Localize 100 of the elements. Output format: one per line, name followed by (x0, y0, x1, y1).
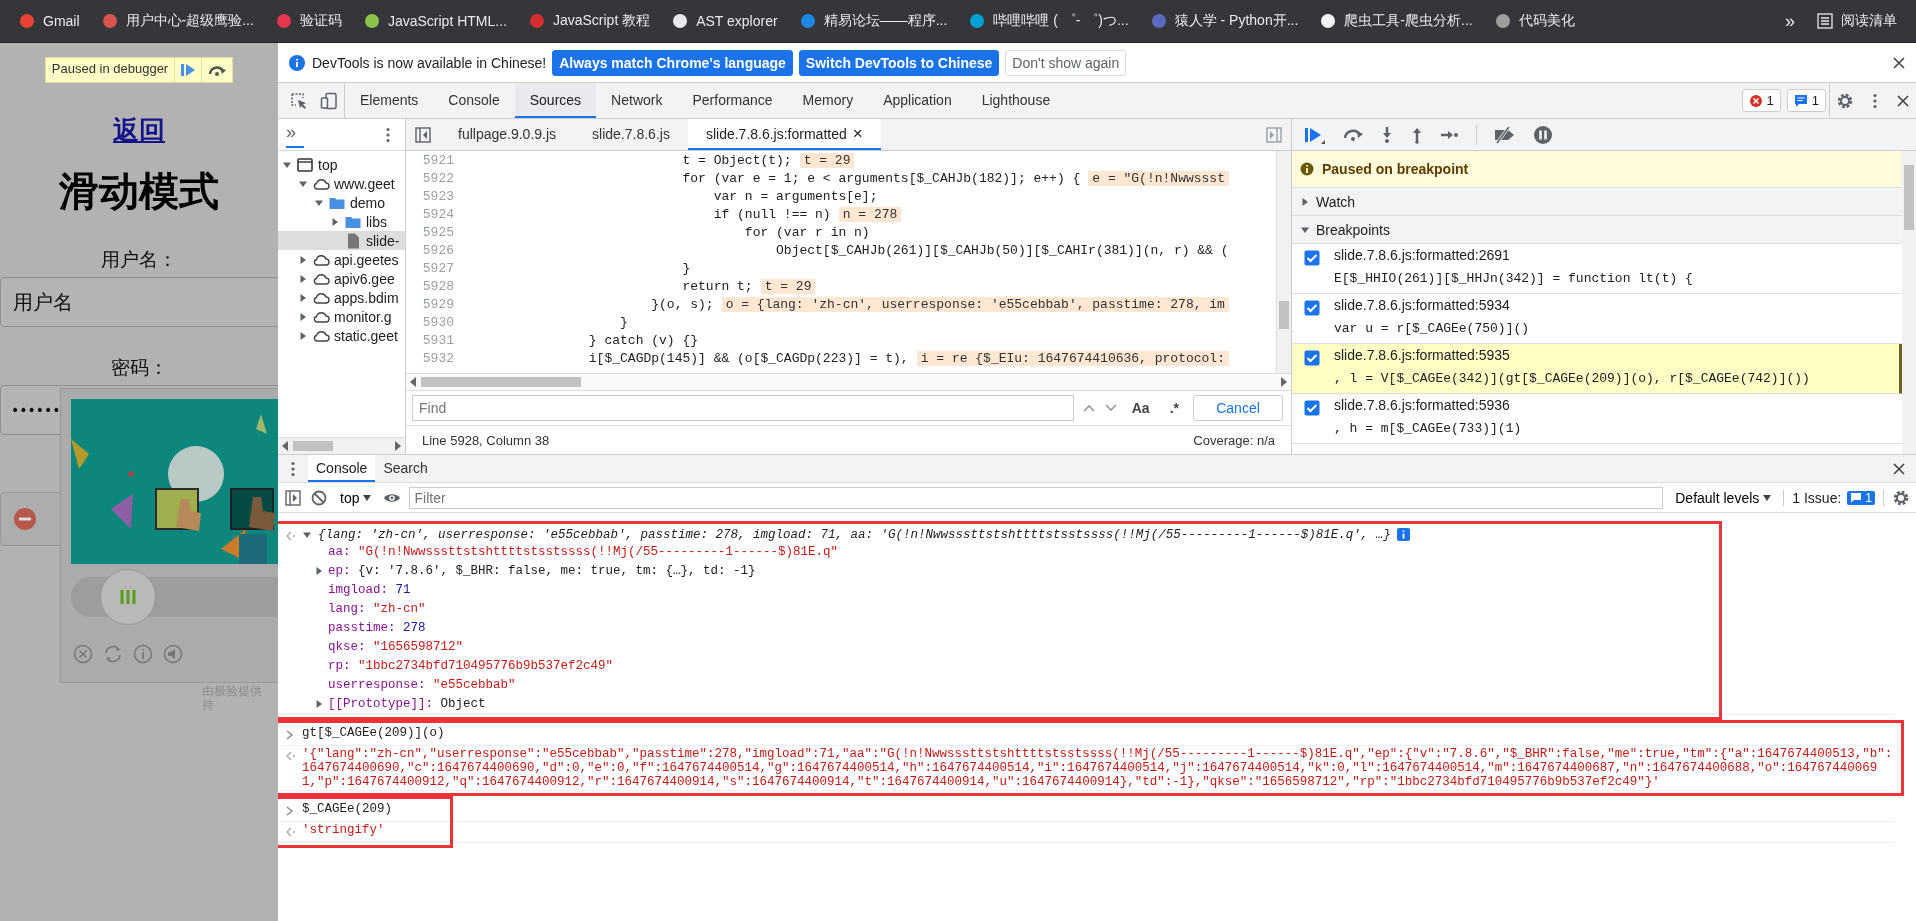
breakpoint-item[interactable]: slide.7.8.6.js:formatted:2691 E[$_HHIO(261)][$_HHJn(342)] = function lt(t) { (1292, 244, 1902, 294)
property[interactable]: userresponse: "e55cebbab" (328, 677, 516, 692)
checkbox[interactable] (1304, 350, 1320, 366)
sidebar-toggle-icon[interactable] (1265, 125, 1283, 144)
panel-tab[interactable]: Sources (514, 83, 597, 118)
breakpoint-item[interactable]: slide.7.8.6.js:formatted:5936 , h = m[$_CAGEe(733)](1) (1292, 394, 1902, 444)
tree-item[interactable]: slide- (278, 231, 405, 250)
property[interactable]: lang: "zh-cn" (328, 601, 426, 616)
step-into-icon[interactable] (1380, 125, 1394, 144)
file-tab[interactable]: slide.7.8.6.js:formatted × (687, 119, 881, 150)
bookmark[interactable]: 爬虫工具-爬虫分析... (1311, 8, 1482, 34)
tree-item[interactable]: top (278, 155, 405, 174)
inspect-icon[interactable] (290, 91, 308, 110)
scroll-right-icon[interactable] (1280, 377, 1288, 387)
pause-icon[interactable] (1533, 124, 1553, 145)
message-counter[interactable]: 1 (1786, 89, 1826, 112)
checkbox[interactable] (1304, 400, 1320, 416)
expand-arrow-icon[interactable] (1300, 196, 1310, 207)
resume-icon[interactable] (1304, 125, 1326, 144)
scrollbar[interactable] (1276, 151, 1291, 373)
previous-match-icon[interactable] (1081, 403, 1096, 413)
tree-item[interactable]: www.geet (278, 174, 405, 193)
scroll-right-icon[interactable] (394, 441, 402, 451)
tree-item[interactable]: static.geet (278, 326, 405, 345)
panel-tab[interactable]: Elements (345, 83, 434, 118)
section-header[interactable]: Breakpoints (1292, 216, 1902, 244)
scrollbar[interactable] (1902, 151, 1916, 454)
close-icon[interactable] (1896, 93, 1910, 108)
bookmark[interactable]: 精易论坛——程序... (790, 8, 957, 34)
tree-item[interactable]: apiv6.gee (278, 269, 405, 288)
settings-icon[interactable] (1892, 488, 1910, 507)
expand-arrow-icon[interactable] (298, 254, 308, 265)
property[interactable]: [[Prototype]]: Object (328, 696, 486, 711)
context-dropdown[interactable]: top (336, 489, 376, 506)
scroll-left-icon[interactable] (281, 441, 289, 451)
panel-tab[interactable]: Performance (677, 83, 788, 118)
expand-arrow-icon[interactable] (314, 698, 324, 709)
reading-list-button[interactable]: 阅读清单 (1808, 8, 1906, 34)
object-summary[interactable]: {lang: 'zh-cn', userresponse: 'e55cebbab', passtime: 278, imgload: 71, aa: 'G(!n!Nwwsssttstshttttstsstssss(!!Mj(/55---------1------$)81E.q', …} (318, 527, 1391, 542)
tree-item[interactable]: apps.bdim (278, 288, 405, 307)
expand-arrow-icon[interactable] (298, 311, 308, 322)
checkbox[interactable] (1304, 300, 1320, 316)
error-counter[interactable]: 1 (1741, 89, 1781, 112)
breakpoint-item[interactable]: slide.7.8.6.js:formatted:5935 , l = V[$_CAGEe(342)](gt[$_CAGEe(209)](o), r[$_CAGEe(742)]()) (1292, 344, 1902, 394)
filter-field[interactable]: Filter (409, 486, 1664, 509)
panel-tab[interactable]: Application (868, 83, 967, 118)
bookmark[interactable]: JavaScript 教程 (519, 8, 660, 34)
expand-arrow-icon[interactable] (298, 330, 308, 341)
infobar-button[interactable]: Always match Chrome's language (552, 49, 793, 76)
bookmark[interactable]: 用户中心-超级鹰验... (92, 8, 263, 34)
panel-tab[interactable]: Memory (787, 83, 869, 118)
panel-tab[interactable]: Lighthouse (966, 83, 1066, 118)
checkbox[interactable] (1304, 250, 1320, 266)
file-tab[interactable]: fullpage.9.0.9.js (440, 119, 575, 150)
more-tabs-button[interactable]: » (286, 121, 304, 148)
bookmark[interactable]: 猿人学 - Python开... (1141, 8, 1308, 34)
section-header[interactable]: Watch (1292, 188, 1902, 216)
scrollbar-thumb[interactable] (421, 377, 581, 387)
username-field[interactable]: 用户名 (0, 277, 278, 327)
expand-arrow-icon[interactable] (298, 292, 308, 303)
scroll-left-icon[interactable] (409, 377, 417, 387)
sidebar-toggle-icon[interactable] (414, 125, 432, 144)
tree-item[interactable]: api.geetes (278, 250, 405, 269)
property[interactable]: ep: {v: '7.8.6', $_BHR: false, me: true, tm: {…}, td: -1} (328, 563, 756, 578)
device-icon[interactable] (320, 91, 338, 110)
tree-item[interactable]: libs (278, 212, 405, 231)
property[interactable]: imgload: 71 (328, 582, 411, 597)
issues-button[interactable]: 1 Issue: 1 (1783, 489, 1884, 506)
tree-item[interactable]: monitor.g (278, 307, 405, 326)
infobar-button[interactable]: Switch DevTools to Chinese (798, 49, 1000, 76)
bookmark[interactable]: AST explorer (663, 9, 787, 33)
find-field[interactable]: Find (412, 395, 1074, 421)
expand-arrow-icon[interactable] (330, 216, 340, 227)
back-link[interactable]: 返回 (113, 113, 165, 148)
property[interactable]: rp: "1bbc2734bfd710495776b9b537ef2c49" (328, 658, 614, 673)
property[interactable]: aa: "G(!n!Nwwsssttstshttttstsstssss(!!Mj(/55---------1------$)81E.q" (328, 544, 839, 559)
expand-arrow-icon[interactable] (298, 273, 308, 284)
regex-button[interactable]: .* (1163, 400, 1185, 416)
panel-tab[interactable]: Console (433, 83, 515, 118)
close-tab-button[interactable]: × (852, 123, 863, 144)
close-icon[interactable] (1892, 461, 1906, 476)
settings-icon[interactable] (1836, 91, 1854, 110)
panel-tab[interactable]: Network (596, 83, 678, 118)
more-bookmarks-button[interactable]: » (1776, 6, 1804, 36)
bookmark[interactable]: Gmail (10, 9, 89, 33)
close-icon[interactable] (1892, 55, 1906, 70)
file-tab[interactable]: slide.7.8.6.js (574, 119, 688, 150)
property[interactable]: qkse: "1656598712" (328, 639, 464, 654)
sidebar-toggle-icon[interactable] (284, 488, 302, 507)
scrollbar-thumb[interactable] (293, 441, 333, 451)
bookmark[interactable]: 哔哩哔哩 ( ゜- ゜)つ... (960, 8, 1138, 34)
bookmark[interactable]: 代码美化 (1485, 8, 1584, 34)
expand-arrow-icon[interactable] (314, 565, 324, 576)
log-levels-dropdown[interactable]: Default levels (1671, 489, 1776, 506)
property[interactable]: passtime: 278 (328, 620, 426, 635)
clear-icon[interactable] (310, 488, 328, 507)
info-icon[interactable] (1396, 528, 1410, 541)
tree-item[interactable]: demo (278, 193, 405, 212)
drawer-tab[interactable]: Console (308, 455, 376, 482)
infobar-button[interactable]: Don't show again (1005, 49, 1127, 76)
